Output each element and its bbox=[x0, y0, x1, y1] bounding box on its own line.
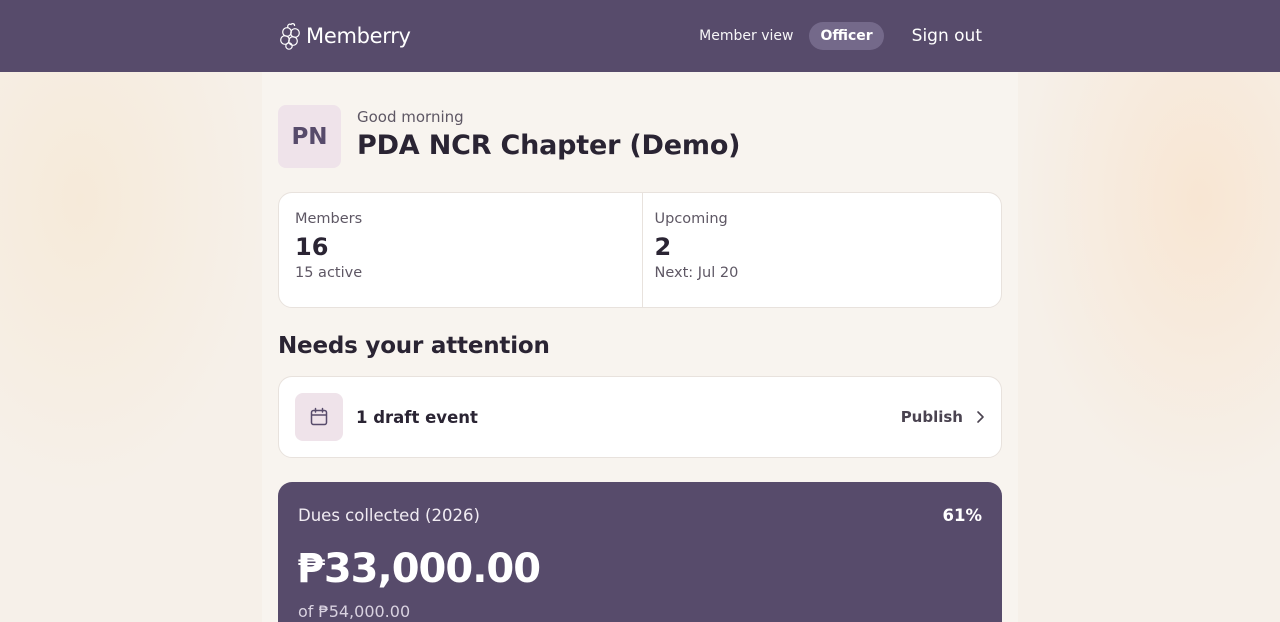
publish-link[interactable]: Publish bbox=[901, 408, 985, 426]
stats-card: Members 16 15 active Upcoming 2 Next: Ju… bbox=[278, 192, 1002, 308]
dues-collected-card[interactable]: Dues collected (2026) 61% ₱33,000.00 of … bbox=[278, 482, 1002, 622]
stat-subtext: Next: Jul 20 bbox=[654, 265, 739, 281]
section-title-attention: Needs your attention bbox=[278, 333, 550, 359]
header-actions: Member view Officer Sign out bbox=[699, 22, 982, 50]
brand-name: Memberry bbox=[306, 24, 411, 48]
stat-subtext: 15 active bbox=[295, 265, 363, 281]
dues-label: Dues collected (2026) bbox=[298, 506, 480, 525]
dues-percent: 61% bbox=[942, 506, 983, 525]
sign-out-button[interactable]: Sign out bbox=[912, 26, 982, 46]
attention-item-draft-event[interactable]: 1 draft event Publish bbox=[278, 376, 1002, 458]
page-title: PDA NCR Chapter (Demo) bbox=[357, 130, 741, 161]
stat-label: Upcoming bbox=[654, 211, 728, 227]
calendar-icon-container bbox=[295, 393, 343, 441]
stat-value: 2 bbox=[654, 233, 672, 261]
publish-label: Publish bbox=[900, 408, 963, 426]
officer-view-toggle[interactable]: Officer bbox=[809, 22, 884, 50]
attention-item-text: 1 draft event bbox=[356, 407, 478, 427]
chevron-right-icon bbox=[977, 411, 984, 423]
stat-value: 16 bbox=[295, 233, 329, 261]
berry-logo-icon bbox=[280, 23, 300, 50]
member-view-link[interactable]: Member view bbox=[699, 28, 793, 44]
dues-amount: ₱33,000.00 bbox=[297, 546, 541, 592]
stat-members[interactable]: Members 16 15 active bbox=[279, 193, 642, 307]
stat-upcoming[interactable]: Upcoming 2 Next: Jul 20 bbox=[641, 193, 1002, 307]
brand[interactable]: Memberry bbox=[278, 20, 411, 52]
stat-label: Members bbox=[295, 211, 363, 227]
top-navigation-bar: Memberry Member view Officer Sign out bbox=[0, 0, 1280, 72]
calendar-icon bbox=[310, 407, 328, 426]
avatar: PN bbox=[278, 105, 341, 168]
greeting-text: Good morning bbox=[357, 108, 464, 126]
dues-target: of ₱54,000.00 bbox=[298, 602, 411, 621]
